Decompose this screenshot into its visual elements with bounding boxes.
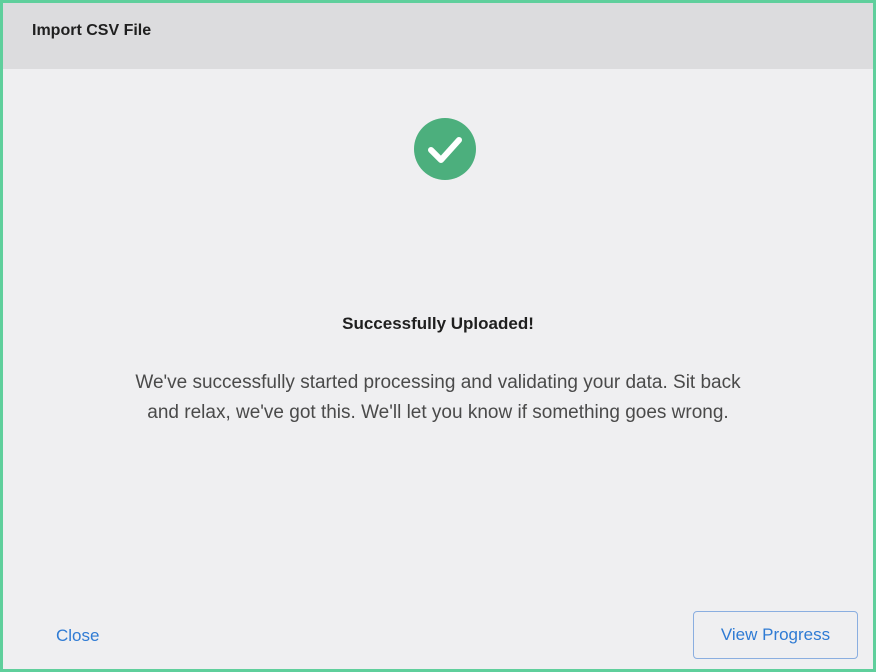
dialog-header: Import CSV File: [3, 3, 873, 69]
success-message: We've successfully started processing an…: [135, 372, 741, 423]
close-button[interactable]: Close: [56, 626, 99, 646]
import-csv-dialog: Import CSV File Successfully Uploaded! W…: [0, 0, 876, 672]
view-progress-button[interactable]: View Progress: [693, 611, 858, 659]
check-circle-icon: [414, 118, 476, 180]
dialog-title: Import CSV File: [32, 22, 152, 39]
success-title: Successfully Uploaded!: [342, 314, 534, 333]
